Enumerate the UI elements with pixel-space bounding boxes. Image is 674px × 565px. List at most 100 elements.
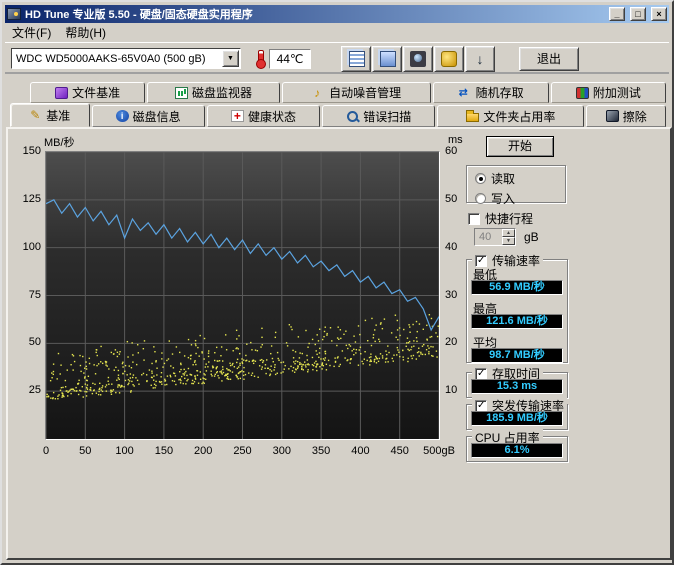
- tab-label: 随机存取: [475, 86, 524, 100]
- tab-disk-info[interactable]: 磁盘信息: [91, 105, 205, 127]
- start-button[interactable]: 开始: [486, 136, 554, 157]
- acoustic-management-icon: [312, 87, 325, 99]
- access-time-box[interactable]: [475, 367, 487, 380]
- read-radio-label: 读取: [491, 172, 516, 186]
- disk-info-icon: [115, 110, 129, 122]
- gb-unit-label: gB: [524, 230, 539, 244]
- tab-label: 自动噪音管理: [329, 86, 402, 100]
- tab-label: 磁盘信息: [132, 109, 181, 124]
- short-stroke-value: 40: [479, 231, 492, 243]
- extra-tests-icon: [575, 86, 589, 99]
- y-axis-tick: 25: [28, 384, 41, 397]
- tab-label: 健康状态: [247, 109, 296, 124]
- copy-text-button[interactable]: [341, 45, 371, 72]
- x-axis-tick: 400: [351, 445, 370, 457]
- menu-help[interactable]: 帮助(H): [58, 22, 113, 43]
- spinner-down-icon[interactable]: ▼: [502, 237, 515, 245]
- read-radio[interactable]: 读取: [475, 170, 565, 187]
- camera-button[interactable]: [403, 45, 433, 72]
- tab-label: 附加测试: [592, 86, 641, 100]
- title-bar[interactable]: HD Tune 专业版 5.50 - 硬盘/固态硬盘实用程序 _ □ ×: [5, 5, 669, 23]
- close-button[interactable]: ×: [651, 7, 667, 21]
- save-download-button[interactable]: [465, 45, 495, 72]
- burst-rate-box[interactable]: [475, 399, 487, 412]
- burst-rate-value: 185.9 MB/秒: [471, 411, 563, 426]
- cpu-usage-group: CPU 占用率 6.1%: [466, 429, 568, 462]
- x-axis-tick: 250: [233, 445, 252, 457]
- read-radio-circle[interactable]: [475, 173, 486, 184]
- menu-file[interactable]: 文件(F): [5, 22, 58, 43]
- tab-benchmark[interactable]: 基准: [10, 103, 90, 127]
- plot-area: [45, 151, 440, 440]
- tab-health[interactable]: 健康状态: [206, 105, 321, 127]
- maximize-button[interactable]: □: [630, 7, 646, 21]
- random-access-icon: [459, 87, 472, 99]
- cpu-usage-value: 6.1%: [471, 443, 563, 458]
- color-tools-button[interactable]: [434, 45, 464, 72]
- minimize-button[interactable]: _: [609, 7, 625, 21]
- transfer-rate-group: 传输速率 最低 56.9 MB/秒 最高 121.6 MB/秒 平均 98.7 …: [466, 252, 568, 363]
- menu-bar: 文件(F) 帮助(H): [5, 23, 669, 42]
- x-axis-tick: 450: [390, 445, 409, 457]
- drive-select-value: WDC WD5000AAKS-65V0A0 (500 gB): [16, 52, 206, 65]
- tab-row-2: 基准 磁盘信息 健康状态 错误扫描 文件夹占用率 擦除: [6, 103, 672, 127]
- x-axis-tick: 150: [154, 445, 174, 457]
- camera-icon: [410, 50, 426, 67]
- y-axis-tick: 75: [28, 288, 41, 301]
- x-axis-tick: 50: [79, 445, 92, 457]
- write-radio-label: 写入: [491, 192, 516, 206]
- min-speed-value: 56.9 MB/秒: [471, 280, 563, 295]
- tabs-area: 文件基准 磁盘监视器 自动噪音管理 随机存取 附加测试 基准 磁盘信息 健康状态 错误扫描 文件…: [6, 82, 672, 127]
- temperature-value: 44℃: [269, 48, 311, 69]
- benchmark-page: MB/秒 ms 150 125 100 75 50 25 60 50 40 30 20 10 0 50 10…: [6, 127, 672, 560]
- tab-folder-usage[interactable]: 文件夹占用率: [437, 105, 585, 127]
- max-speed-value: 121.6 MB/秒: [471, 314, 563, 329]
- copy-screenshot-icon: [380, 50, 396, 67]
- thermometer-icon: [255, 49, 266, 69]
- x-axis-tick: 500gB: [423, 445, 455, 457]
- file-benchmark-icon: [55, 86, 69, 99]
- tab-disk-monitor[interactable]: 磁盘监视器: [147, 82, 280, 103]
- spinner-up-icon[interactable]: ▲: [502, 229, 515, 237]
- copy-screenshot-button[interactable]: [372, 45, 402, 72]
- window-title: HD Tune 专业版 5.50 - 硬盘/固态硬盘实用程序: [25, 9, 253, 21]
- mode-group: 读取 写入: [466, 165, 566, 206]
- access-time-group: 存取时间 15.3 ms: [466, 365, 568, 398]
- x-axis-tick: 200: [194, 445, 213, 457]
- tab-random-access[interactable]: 随机存取: [433, 82, 549, 103]
- write-radio[interactable]: 写入: [475, 190, 565, 207]
- y-axis-tick: 125: [22, 192, 41, 205]
- short-stroke-label: 快捷行程: [485, 212, 534, 226]
- tab-erase[interactable]: 擦除: [586, 105, 666, 127]
- transfer-rate-label: 传输速率: [492, 254, 541, 268]
- benchmark-chart: MB/秒 ms 150 125 100 75 50 25 60 50 40 30 20 10 0 50 10…: [8, 129, 463, 558]
- save-download-icon: [472, 51, 488, 67]
- drive-select[interactable]: WDC WD5000AAKS-65V0A0 (500 gB) ▼: [11, 48, 241, 69]
- copy-text-icon: [349, 50, 365, 67]
- x-axis-tick: 100: [115, 445, 134, 457]
- transfer-rate-box[interactable]: [475, 254, 487, 267]
- tab-file-benchmark[interactable]: 文件基准: [30, 82, 146, 103]
- benchmark-plot: [46, 152, 439, 439]
- short-stroke-checkbox[interactable]: 快捷行程: [468, 210, 533, 227]
- erase-icon: [605, 110, 619, 122]
- tab-acoustic-management[interactable]: 自动噪音管理: [281, 82, 432, 103]
- write-radio-circle[interactable]: [475, 193, 486, 204]
- error-scan-icon: [346, 110, 359, 122]
- spinner-arrows: ▲ ▼: [502, 229, 515, 245]
- app-window: HD Tune 专业版 5.50 - 硬盘/固态硬盘实用程序 _ □ × 文件(…: [0, 0, 674, 565]
- short-stroke-box[interactable]: [468, 212, 480, 225]
- y-axis-tick: 150: [22, 145, 41, 157]
- tab-error-scan[interactable]: 错误扫描: [322, 105, 436, 127]
- toolbar-button-group: [341, 45, 495, 72]
- tab-extra-tests[interactable]: 附加测试: [550, 82, 667, 103]
- short-stroke-spinner[interactable]: 40 ▲ ▼: [474, 228, 516, 246]
- exit-button[interactable]: 退出: [519, 46, 579, 71]
- x-axis-tick: 300: [272, 445, 291, 457]
- tab-label: 磁盘监视器: [192, 86, 253, 100]
- burst-rate-group: 突发传输速率 185.9 MB/秒: [466, 397, 568, 430]
- toolbar: WDC WD5000AAKS-65V0A0 (500 gB) ▼ 44℃ 退出: [5, 42, 669, 74]
- chevron-down-icon[interactable]: ▼: [222, 50, 239, 67]
- color-tools-icon: [441, 50, 457, 67]
- tab-label: 擦除: [622, 109, 647, 124]
